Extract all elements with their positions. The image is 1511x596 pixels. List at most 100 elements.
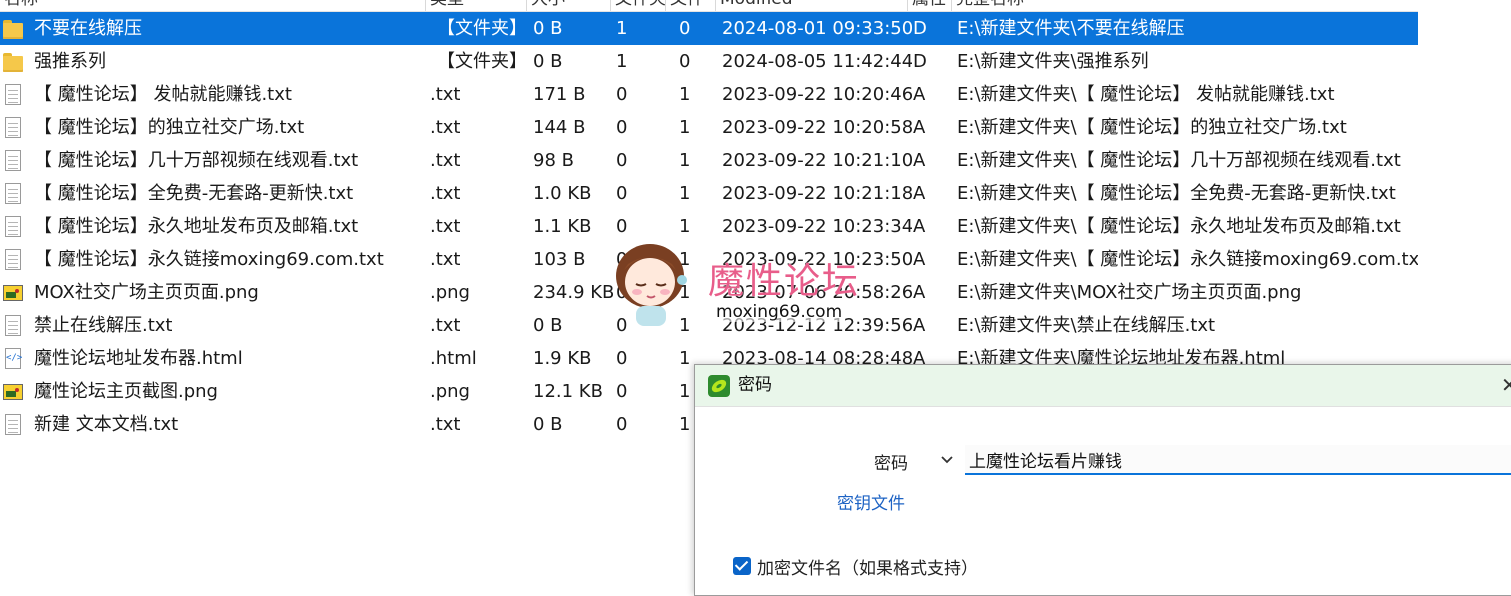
folder-count: 0 [616, 249, 628, 270]
file-size: 0 B [533, 18, 563, 39]
file-type: 【文件夹】 [437, 18, 527, 39]
password-dialog: 密码 ✕ 密码 密钥文件 加密文件名（如果格式支持） [694, 364, 1511, 596]
modified-date: 2023-12-12 12:39:56 [722, 315, 912, 336]
full-path: E:\新建文件夹\MOX社交广场主页页面.png [957, 282, 1302, 303]
file-size: 0 B [533, 414, 563, 435]
file-count: 1 [679, 84, 691, 105]
folder-count: 0 [616, 84, 628, 105]
attributes: A [913, 282, 926, 303]
folder-icon [2, 45, 24, 78]
file-row[interactable]: 【 魔性论坛】永久链接moxing69.com.txt .txt 103 B 0 1 20… [0, 243, 1418, 276]
file-name: 魔性论坛主页截图.png [34, 381, 218, 402]
modified-date: 2024-08-01 09:33:50 [722, 18, 912, 39]
modified-date: 2023-09-22 10:23:34 [722, 216, 912, 237]
modified-date: 2023-09-22 10:20:58 [722, 117, 912, 138]
folder-count: 0 [616, 117, 628, 138]
password-label: 密码 [874, 454, 908, 474]
key-file-link[interactable]: 密钥文件 [837, 489, 905, 514]
modified-date: 2024-08-05 11:42:44 [722, 51, 912, 72]
file-count: 1 [679, 183, 691, 204]
file-name: 强推系列 [34, 51, 106, 72]
attributes: D [913, 51, 927, 72]
attributes: A [913, 249, 926, 270]
text-file-icon [2, 309, 24, 342]
file-count: 1 [679, 150, 691, 171]
file-size: 234.9 KB [533, 282, 613, 303]
attributes: A [913, 84, 926, 105]
attributes: A [913, 183, 926, 204]
full-path: E:\新建文件夹\【 魔性论坛】全免费-无套路-更新快.txt [957, 183, 1396, 204]
modified-date: 2023-09-22 10:23:50 [722, 249, 912, 270]
text-file-icon [2, 177, 24, 210]
file-size: 144 B [533, 117, 586, 138]
close-icon[interactable]: ✕ [1501, 373, 1511, 397]
file-name: 不要在线解压 [34, 18, 142, 39]
modified-date: 2023-09-22 10:21:18 [722, 183, 912, 204]
file-size: 12.1 KB [533, 381, 603, 402]
column-header-attributes[interactable]: 属性 [908, 0, 952, 11]
dialog-title-bar: 密码 ✕ [695, 365, 1511, 407]
html-file-icon: </> [2, 342, 24, 375]
column-header-modified[interactable]: Modified [716, 0, 908, 11]
text-file-icon [2, 111, 24, 144]
file-size: 0 B [533, 51, 563, 72]
file-type: .txt [430, 414, 461, 435]
column-header-files[interactable]: 文件 [666, 0, 716, 11]
encrypt-filenames-label: 加密文件名（如果格式支持） [757, 558, 978, 579]
full-path: E:\新建文件夹\【 魔性论坛】永久链接moxing69.com.txt [957, 249, 1418, 270]
attributes: A [913, 315, 926, 336]
image-file-icon [2, 375, 24, 408]
file-row[interactable]: MOX社交广场主页页面.png .png 234.9 KB 0 1 2023-07-06 … [0, 276, 1418, 309]
file-count: 1 [679, 216, 691, 237]
file-row[interactable]: 不要在线解压 【文件夹】 0 B 1 0 2024-08-01 09:33:50 D E:\新… [0, 12, 1418, 45]
text-file-icon [2, 210, 24, 243]
file-row[interactable]: 强推系列 【文件夹】 0 B 1 0 2024-08-05 11:42:44 D E:\新建文… [0, 45, 1418, 78]
file-count: 1 [679, 117, 691, 138]
folder-count: 1 [616, 51, 628, 72]
full-path: E:\新建文件夹\【 魔性论坛】的独立社交广场.txt [957, 117, 1347, 138]
file-name: 【 魔性论坛】几十万部视频在线观看.txt [34, 150, 359, 171]
encrypt-filenames-option[interactable]: 加密文件名（如果格式支持） [733, 555, 978, 579]
column-header-full-name[interactable]: 完整名称 [952, 0, 1418, 11]
file-row[interactable]: 【 魔性论坛】全免费-无套路-更新快.txt .txt 1.0 KB 0 1 2023-0… [0, 177, 1418, 210]
image-file-icon [2, 276, 24, 309]
file-row[interactable]: 禁止在线解压.txt .txt 0 B 0 1 2023-12-12 12:39:56 A E… [0, 309, 1418, 342]
file-row[interactable]: 【 魔性论坛】几十万部视频在线观看.txt .txt 98 B 0 1 2023-09-2… [0, 144, 1418, 177]
file-type: .png [430, 381, 470, 402]
folder-count: 0 [616, 414, 628, 435]
full-path: E:\新建文件夹\【 魔性论坛】几十万部视频在线观看.txt [957, 150, 1401, 171]
file-size: 171 B [533, 84, 586, 105]
file-row[interactable]: 【 魔性论坛】的独立社交广场.txt .txt 144 B 0 1 2023-09-22 … [0, 111, 1418, 144]
file-size: 0 B [533, 315, 563, 336]
file-type: .html [430, 348, 477, 369]
column-header-type[interactable]: 类型 [426, 0, 527, 11]
file-size: 103 B [533, 249, 586, 270]
password-input[interactable] [965, 445, 1511, 475]
text-file-icon [2, 243, 24, 276]
folder-count: 1 [616, 18, 628, 39]
dialog-title: 密码 [738, 375, 772, 395]
column-header-folders[interactable]: 文件夹 [611, 0, 666, 11]
file-size: 98 B [533, 150, 574, 171]
file-type: .png [430, 282, 470, 303]
file-row[interactable]: 【 魔性论坛】 发帖就能赚钱.txt .txt 171 B 0 1 2023-09-22 … [0, 78, 1418, 111]
file-name: 【 魔性论坛】全免费-无套路-更新快.txt [34, 183, 354, 204]
text-file-icon [2, 408, 24, 441]
full-path: E:\新建文件夹\【 魔性论坛】 发帖就能赚钱.txt [957, 84, 1335, 105]
file-type: .txt [430, 117, 461, 138]
folder-count: 0 [616, 216, 628, 237]
file-name: MOX社交广场主页页面.png [34, 282, 259, 303]
column-header-name[interactable]: 名称 [0, 0, 426, 11]
file-count: 1 [679, 249, 691, 270]
file-row[interactable]: 【 魔性论坛】永久地址发布页及邮箱.txt .txt 1.1 KB 0 1 2023-09… [0, 210, 1418, 243]
file-type: .txt [430, 84, 461, 105]
attributes: A [913, 150, 926, 171]
column-header-size[interactable]: 大小 [527, 0, 611, 11]
file-name: 新建 文本文档.txt [34, 414, 179, 435]
file-name: 【 魔性论坛】的独立社交广场.txt [34, 117, 305, 138]
file-size: 1.9 KB [533, 348, 592, 369]
encrypt-filenames-checkbox[interactable] [733, 557, 751, 575]
full-path: E:\新建文件夹\禁止在线解压.txt [957, 315, 1216, 336]
chevron-down-icon[interactable] [939, 449, 955, 469]
file-name: 魔性论坛地址发布器.html [34, 348, 243, 369]
